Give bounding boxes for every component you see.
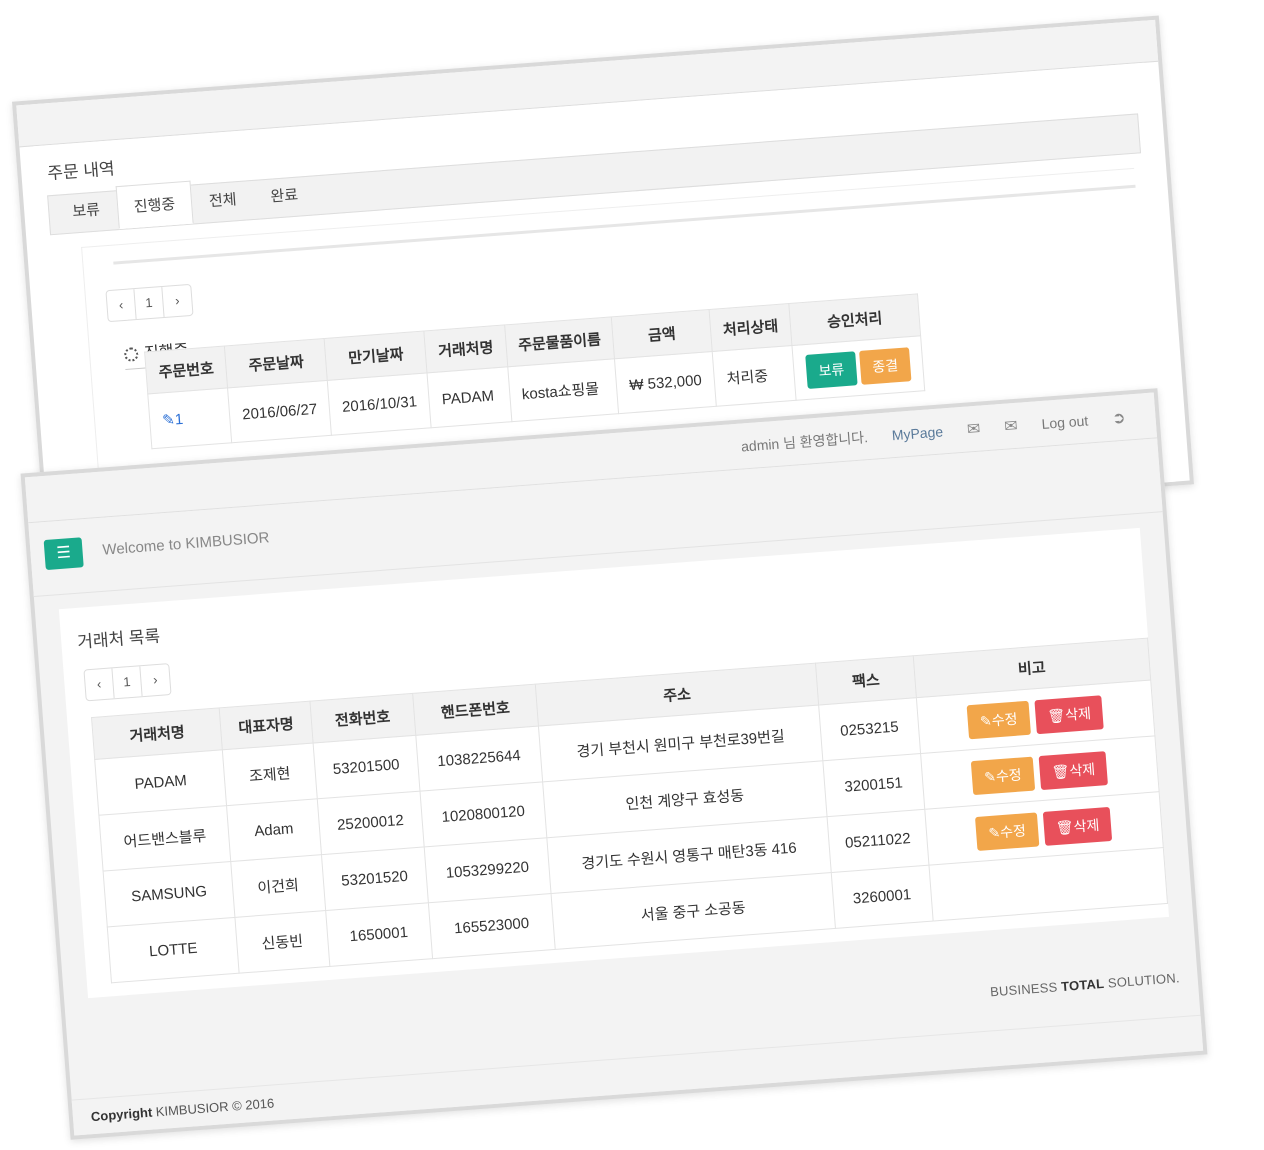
fax-cell: 0253215 <box>818 697 921 761</box>
welcome-text: Welcome to KIMBUSIOR <box>101 529 270 559</box>
clients-table: 거래처명 대표자명 전화번호 핸드폰번호 주소 팩스 비고 PADAM 조제현 … <box>91 637 1169 984</box>
logout-link[interactable]: Log out <box>1041 412 1089 431</box>
phone-cell: 1650001 <box>325 902 433 967</box>
fax-cell: 3200151 <box>822 753 925 817</box>
ceo-cell: Adam <box>226 798 322 862</box>
item-cell: kosta쇼핑몰 <box>507 358 619 422</box>
col-fax: 팩스 <box>815 655 917 705</box>
pager-page-button[interactable]: 1 <box>112 666 143 699</box>
order-no-cell[interactable]: ✎1 <box>147 387 232 449</box>
tab-complete[interactable]: 완료 <box>252 171 317 218</box>
envelope-icon[interactable]: ✉ <box>966 418 981 439</box>
fax-cell: 3260001 <box>831 865 933 929</box>
copyright-label: Copyright <box>90 1104 153 1125</box>
tagline-pre: BUSINESS <box>989 979 1062 1000</box>
delete-label: 삭제 <box>1064 704 1092 723</box>
mobile-cell: 1038225644 <box>415 726 543 792</box>
delete-label: 삭제 <box>1068 760 1096 779</box>
delete-button[interactable]: 🗑삭제 <box>1038 750 1109 790</box>
trash-icon: 🗑 <box>1055 818 1075 836</box>
tagline: BUSINESS TOTAL SOLUTION. <box>990 970 1181 999</box>
close-button[interactable]: 종결 <box>859 347 912 385</box>
ceo-cell: 신동빈 <box>235 910 330 974</box>
pager-next-button[interactable]: › <box>162 285 192 317</box>
ceo-cell: 조제현 <box>222 743 317 806</box>
phone-cell: 53201500 <box>312 735 420 799</box>
col-status: 처리상태 <box>708 303 793 352</box>
client-name-cell: 어드밴스블루 <box>98 805 231 872</box>
pager-prev-button[interactable]: ‹ <box>84 668 115 701</box>
sign-out-icon[interactable]: ➲ <box>1111 407 1126 428</box>
clients-screen: admin 님 환영합니다. MyPage ✉ ✉ Log out ➲ ☰ We… <box>20 388 1208 1140</box>
edit-label: 수정 <box>995 765 1023 784</box>
mobile-cell: 1053299220 <box>423 837 551 903</box>
tab-all[interactable]: 전체 <box>190 176 255 223</box>
fax-cell: 05211022 <box>827 809 929 873</box>
welcome-user-text: admin 님 환영합니다. <box>740 428 869 455</box>
client-name-cell: SAMSUNG <box>103 861 236 927</box>
clients-title: 거래처 목록 <box>76 626 161 652</box>
tab-hold[interactable]: 보류 <box>54 186 119 233</box>
pager-prev-button[interactable]: ‹ <box>106 289 137 322</box>
mobile-cell: 165523000 <box>428 893 556 959</box>
phone-cell: 53201520 <box>321 846 429 911</box>
client-name-cell: PADAM <box>94 749 227 816</box>
tagline-bold: TOTAL <box>1060 975 1105 995</box>
amount-cell: ₩ 532,000 <box>614 351 717 414</box>
edit-icon[interactable]: ✎ <box>162 411 176 429</box>
client-cell: PADAM <box>427 366 512 428</box>
tab-in-progress[interactable]: 진행중 <box>115 180 194 230</box>
menu-toggle-button[interactable]: ☰ <box>43 537 84 571</box>
mypage-link[interactable]: MyPage <box>891 423 943 443</box>
spinner-icon <box>123 347 139 363</box>
col-amount: 금액 <box>611 309 713 359</box>
footer: Copyright KIMBUSIOR © 2016 <box>71 1014 1204 1136</box>
mobile-cell: 1020800120 <box>419 781 547 847</box>
col-order-date: 주문날짜 <box>224 338 328 388</box>
col-client: 거래처명 <box>424 324 508 373</box>
clients-panel: 거래처 목록 ‹ 1 › 거래처명 대표자명 전화번호 핸드폰번호 주소 팩스 … <box>58 527 1170 999</box>
copyright-text: KIMBUSIOR © 2016 <box>151 1095 275 1120</box>
client-name-cell: LOTTE <box>107 917 240 983</box>
menu-icon: ☰ <box>55 544 72 563</box>
pager-next-button[interactable]: › <box>140 664 170 696</box>
edit-label: 수정 <box>991 710 1018 729</box>
edit-button[interactable]: ✎수정 <box>975 811 1040 851</box>
clients-pager: ‹ 1 › <box>83 663 172 702</box>
hold-button[interactable]: 보류 <box>805 351 858 389</box>
delete-label: 삭제 <box>1073 816 1100 835</box>
approval-cell: 보류 종결 <box>792 335 925 401</box>
delete-button[interactable]: 🗑삭제 <box>1042 806 1113 846</box>
col-ceo: 대표자명 <box>219 701 313 750</box>
trash-icon: 🗑 <box>1051 762 1071 780</box>
comments-icon[interactable]: ✉ <box>1003 415 1019 436</box>
orders-pager: ‹ 1 › <box>105 283 194 323</box>
order-date-cell: 2016/06/27 <box>227 380 332 443</box>
due-date-cell: 2016/10/31 <box>327 372 432 436</box>
trash-icon: 🗑 <box>1046 706 1066 724</box>
ceo-cell: 이건희 <box>230 854 326 918</box>
edit-button[interactable]: ✎수정 <box>966 700 1031 739</box>
orders-title: 주문 내역 <box>46 159 116 184</box>
stage: 주문 내역 보류 진행중 전체 완료 ‹ 1 › 진행중 <box>0 0 1264 1150</box>
pager-page-button[interactable]: 1 <box>134 287 165 320</box>
col-order-no: 주문번호 <box>144 346 228 394</box>
order-id-link[interactable]: 1 <box>174 411 184 429</box>
edit-button[interactable]: ✎수정 <box>970 756 1035 795</box>
status-cell: 처리중 <box>712 345 797 407</box>
edit-label: 수정 <box>999 821 1027 840</box>
delete-button[interactable]: 🗑삭제 <box>1034 694 1105 734</box>
phone-cell: 25200012 <box>316 791 424 855</box>
tagline-post: SOLUTION. <box>1103 970 1181 991</box>
